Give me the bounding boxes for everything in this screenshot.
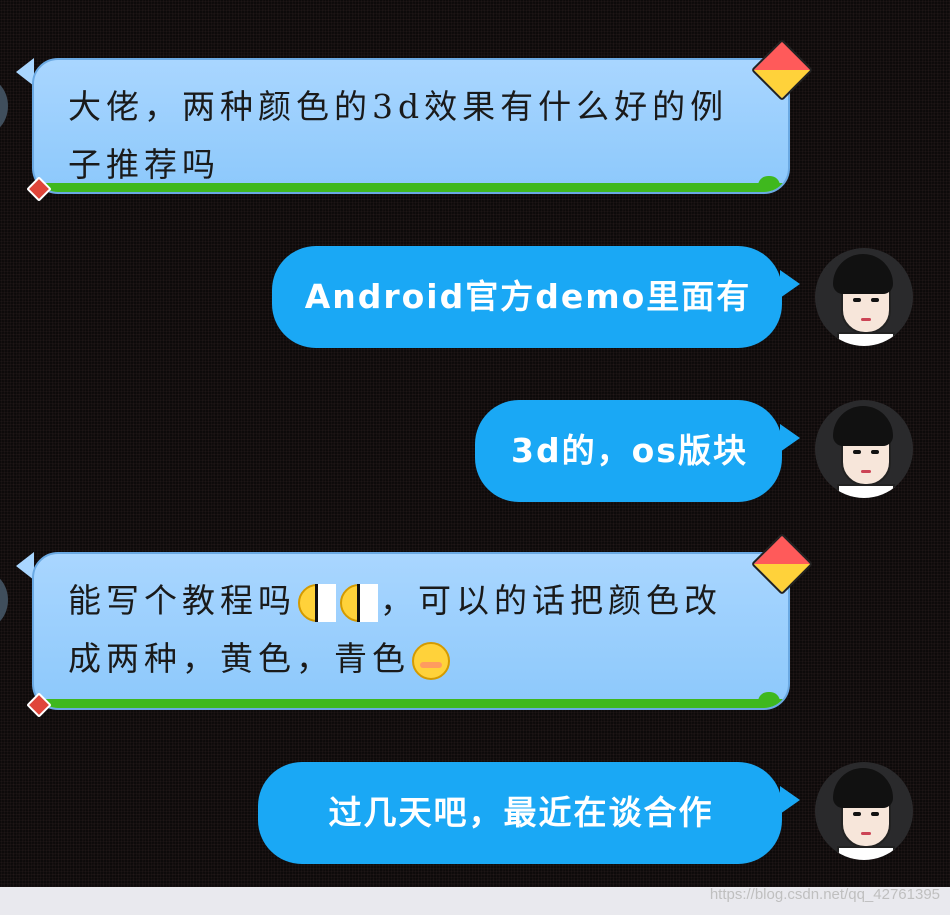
watermark-text: https://blog.csdn.net/qq_42761395	[709, 886, 940, 903]
outgoing-message-bubble[interactable]: Android官方demo里面有	[272, 246, 782, 348]
user-avatar[interactable]	[815, 248, 913, 346]
smirk-half-face-emoji-icon	[340, 584, 378, 622]
avatar-eye	[853, 450, 861, 454]
avatar-mouth	[861, 318, 871, 321]
outgoing-message-bubble[interactable]: 3d的，os版块	[475, 400, 782, 502]
sender-avatar[interactable]	[0, 572, 8, 628]
avatar-collar	[837, 484, 895, 498]
incoming-message-bubble[interactable]: 能写个教程吗 ，可以的话把颜色改成两种，黄色，青色	[32, 552, 790, 710]
message-text: Android官方demo里面有	[304, 277, 752, 316]
avatar-eye	[853, 298, 861, 302]
bubble-tail	[780, 424, 800, 452]
avatar-mouth	[861, 470, 871, 473]
avatar-hair	[833, 768, 893, 808]
sender-avatar[interactable]	[0, 78, 8, 134]
bubble-tail	[780, 786, 800, 814]
grass-decoration	[34, 692, 788, 708]
avatar-eye	[853, 812, 861, 816]
message-text-part1: 能写个教程吗	[68, 581, 296, 620]
bubble-tail	[780, 270, 800, 298]
avatar-eye	[871, 298, 879, 302]
user-avatar[interactable]	[815, 762, 913, 860]
incoming-message-bubble[interactable]: 大佬，两种颜色的3d效果有什么好的例子推荐吗	[32, 58, 790, 194]
smirk-half-face-emoji-icon	[298, 584, 336, 622]
avatar-eye	[871, 450, 879, 454]
avatar-mouth	[861, 832, 871, 835]
message-text: 大佬，两种颜色的3d效果有什么好的例子推荐吗	[68, 87, 729, 184]
avatar-eye	[871, 812, 879, 816]
avatar-hair	[833, 406, 893, 446]
avatar-collar	[837, 846, 895, 860]
outgoing-message-bubble[interactable]: 过几天吧，最近在谈合作	[258, 762, 782, 864]
user-avatar[interactable]	[815, 400, 913, 498]
grass-decoration	[34, 176, 788, 192]
blush-emoji-icon	[412, 642, 450, 680]
message-text: 过几天吧，最近在谈合作	[328, 793, 714, 832]
avatar-hair	[833, 254, 893, 294]
avatar-collar	[837, 332, 895, 346]
message-text: 3d的，os版块	[511, 431, 748, 470]
